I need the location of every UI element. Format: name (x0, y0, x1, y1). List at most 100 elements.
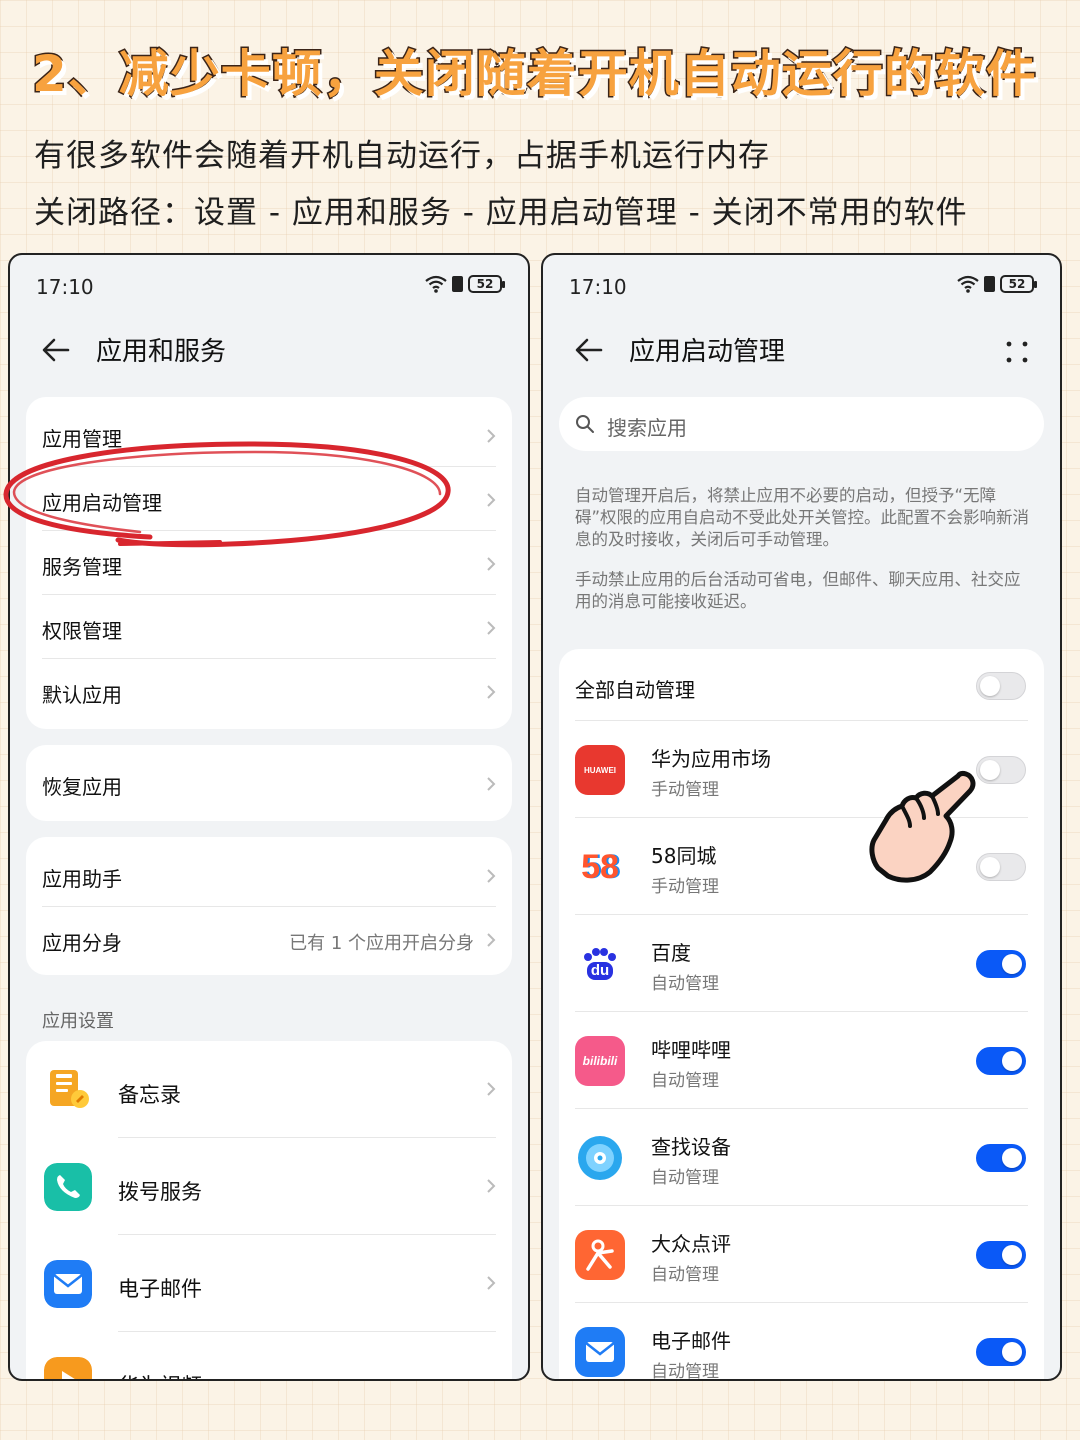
assistant-group: 应用助手 应用分身 已有 1 个应用开启分身 (26, 837, 512, 975)
chevron-right-icon (487, 1276, 496, 1290)
chevron-right-icon (487, 933, 496, 947)
menu-item-app-management[interactable]: 应用管理 (26, 403, 512, 467)
app-label: 拨号服务 (118, 1180, 202, 1204)
app-label: 备忘录 (118, 1083, 181, 1107)
sim-card-icon (452, 276, 463, 292)
phone-app-icon (44, 1163, 92, 1211)
email-icon (575, 1327, 625, 1377)
app-mode: 自动管理 (651, 1071, 719, 1091)
phone-screen-apps-services: 17:10 52 应用和服务 应用管理 应用启动管理 服务管理 权限管理 默认应… (8, 253, 530, 1381)
battery-icon: 52 (1000, 275, 1037, 293)
list-item-58-tongcheng: 58 58同城 手动管理 (559, 818, 1044, 915)
menu-item-default-apps[interactable]: 默认应用 (26, 659, 512, 723)
baidu-icon: du (575, 939, 625, 989)
list-item-memo[interactable]: 备忘录 (26, 1041, 512, 1138)
app-name: 电子邮件 (651, 1329, 731, 1353)
app-launch-toggle[interactable] (976, 1338, 1026, 1366)
chevron-right-icon (487, 1082, 496, 1096)
list-item-huawei-appgallery: HUAWEI 华为应用市场 手动管理 (559, 721, 1044, 818)
app-mode: 自动管理 (651, 1362, 719, 1381)
list-item-bilibili: bilibili 哔哩哔哩 自动管理 (559, 1012, 1044, 1109)
restore-group: 恢复应用 (26, 745, 512, 821)
app-name: 百度 (651, 941, 691, 965)
menu-item-permission-management[interactable]: 权限管理 (26, 595, 512, 659)
app-name: 大众点评 (651, 1232, 731, 1256)
menu-item-label: 应用分身 (42, 931, 122, 955)
all-auto-management-row: 全部自动管理 (559, 649, 1044, 721)
email-app-icon (44, 1260, 92, 1308)
app-name: 58同城 (651, 844, 717, 868)
path-text: 关闭路径：设置 - 应用和服务 - 应用启动管理 - 关闭不常用的软件 (34, 195, 968, 231)
app-mode: 自动管理 (651, 974, 719, 994)
menu-item-label: 应用启动管理 (42, 491, 162, 515)
all-auto-management-label: 全部自动管理 (575, 678, 695, 702)
app-launch-toggle[interactable] (976, 1144, 1026, 1172)
menu-item-restore-apps[interactable]: 恢复应用 (26, 751, 512, 815)
headline: 2、减少卡顿，关闭随着开机自动运行的软件 (31, 44, 1038, 105)
menu-item-service-management[interactable]: 服务管理 (26, 531, 512, 595)
list-item-email: 电子邮件 自动管理 (559, 1303, 1044, 1381)
app-twin-hint: 已有 1 个应用开启分身 (289, 933, 474, 954)
app-management-group: 应用管理 应用启动管理 服务管理 权限管理 默认应用 (26, 397, 512, 729)
app-mode: 手动管理 (651, 877, 719, 897)
chevron-right-icon (487, 777, 496, 791)
status-time: 17:10 (36, 275, 94, 299)
menu-item-app-twin[interactable]: 应用分身 已有 1 个应用开启分身 (26, 907, 512, 971)
launch-management-list: 全部自动管理 HUAWEI 华为应用市场 手动管理 58 58同城 手动管理 d… (559, 649, 1044, 1381)
menu-item-app-assistant[interactable]: 应用助手 (26, 843, 512, 907)
app-launch-toggle[interactable] (976, 756, 1026, 784)
huawei-appgallery-icon: HUAWEI (575, 745, 625, 795)
status-bar: 17:10 52 (543, 255, 1060, 317)
search-input[interactable]: 搜索应用 (559, 397, 1044, 451)
chevron-right-icon (487, 621, 496, 635)
page-title: 应用和服务 (96, 337, 227, 367)
manual-management-description: 手动禁止应用的后台活动可省电，但邮件、聊天应用、社交应用的消息可能接收延迟。 (575, 570, 1021, 611)
app-launch-toggle[interactable] (976, 950, 1026, 978)
status-time: 17:10 (569, 275, 627, 299)
menu-item-label: 默认应用 (42, 683, 122, 707)
sim-card-icon (984, 276, 995, 292)
app-name: 查找设备 (651, 1135, 731, 1159)
list-item-dialer[interactable]: 拨号服务 (26, 1138, 512, 1235)
list-item-baidu: du 百度 自动管理 (559, 915, 1044, 1012)
menu-item-label: 应用管理 (42, 427, 122, 451)
menu-item-label: 恢复应用 (42, 775, 122, 799)
phone-screen-launch-management: 17:10 52 应用启动管理 搜索应用 自动管理开启后，将禁止应用不必要的启动… (541, 253, 1062, 1381)
find-device-icon (575, 1133, 625, 1183)
list-item-email[interactable]: 电子邮件 (26, 1235, 512, 1332)
search-icon (576, 415, 594, 433)
more-options-icon[interactable] (1004, 339, 1030, 365)
bilibili-icon: bilibili (575, 1036, 625, 1086)
menu-item-app-launch-management[interactable]: 应用启动管理 (26, 467, 512, 531)
app-name: 哔哩哔哩 (651, 1038, 731, 1062)
chevron-right-icon (487, 557, 496, 571)
app-mode: 自动管理 (651, 1265, 719, 1285)
chevron-right-icon (487, 429, 496, 443)
list-item-huawei-video[interactable]: 华为视频 (26, 1332, 512, 1379)
chevron-right-icon (487, 685, 496, 699)
app-launch-toggle[interactable] (976, 1047, 1026, 1075)
dianping-icon (575, 1230, 625, 1280)
menu-item-label: 应用助手 (42, 867, 122, 891)
section-label-app-settings: 应用设置 (42, 1011, 114, 1032)
intro-text: 有很多软件会随着开机自动运行，占据手机运行内存 (34, 138, 770, 174)
app-label: 电子邮件 (118, 1277, 202, 1301)
memo-app-icon (50, 1070, 89, 1108)
all-auto-management-toggle[interactable] (976, 672, 1026, 700)
app-label: 华为视频 (118, 1370, 202, 1379)
search-placeholder: 搜索应用 (607, 416, 687, 440)
page-title: 应用启动管理 (629, 337, 786, 367)
wifi-icon (957, 275, 979, 293)
app-mode: 手动管理 (651, 780, 719, 800)
58-tongcheng-icon: 58 (575, 842, 625, 892)
battery-icon: 52 (468, 275, 505, 293)
video-app-icon (44, 1357, 92, 1379)
app-launch-toggle[interactable] (976, 853, 1026, 881)
app-launch-toggle[interactable] (976, 1241, 1026, 1269)
menu-item-label: 服务管理 (42, 555, 122, 579)
list-item-dianping: 大众点评 自动管理 (559, 1206, 1044, 1303)
back-arrow-icon[interactable] (40, 335, 72, 365)
app-name: 华为应用市场 (651, 747, 771, 771)
chevron-right-icon (487, 493, 496, 507)
back-arrow-icon[interactable] (573, 335, 605, 365)
